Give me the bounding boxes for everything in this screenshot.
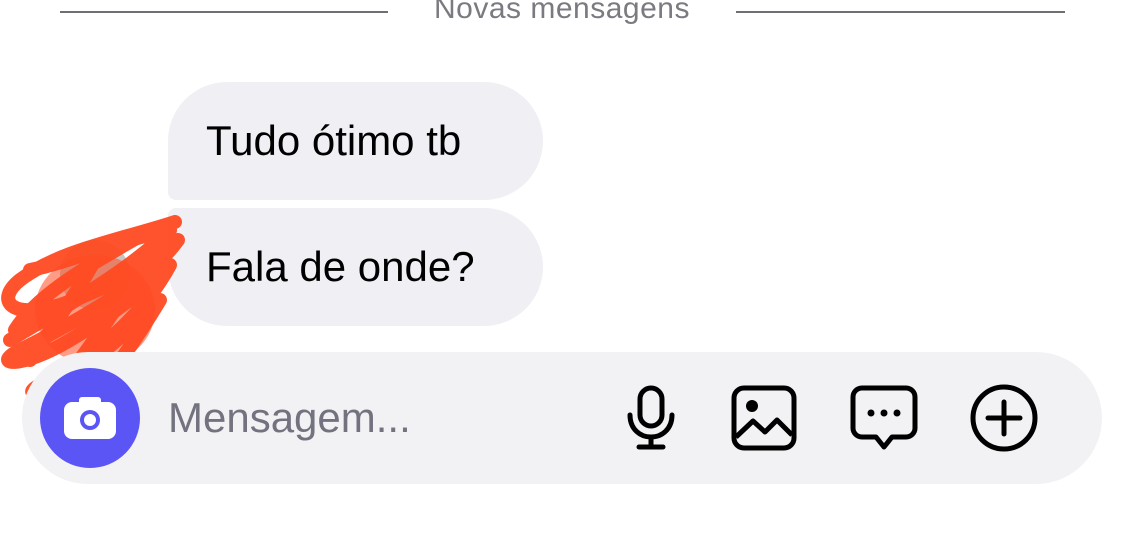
divider-line-right xyxy=(736,11,1065,13)
chat-bubble-icon xyxy=(850,385,918,450)
message-text: Fala de onde? xyxy=(206,243,475,290)
divider-line-left xyxy=(60,11,388,13)
message-input[interactable] xyxy=(168,388,588,448)
add-circle-icon xyxy=(970,384,1038,452)
microphone-icon xyxy=(627,385,675,450)
gallery-button[interactable] xyxy=(728,382,800,454)
image-icon xyxy=(731,385,797,451)
add-button[interactable] xyxy=(968,382,1040,454)
chat-options-button[interactable] xyxy=(848,382,920,454)
camera-button[interactable] xyxy=(40,368,140,468)
message-bubble[interactable]: Tudo ótimo tb xyxy=(168,82,543,200)
microphone-button[interactable] xyxy=(615,382,687,454)
message-text: Tudo ótimo tb xyxy=(206,117,462,164)
camera-icon xyxy=(64,397,116,439)
message-bubble[interactable]: Fala de onde? xyxy=(168,208,543,326)
new-messages-divider-label: Novas mensagens xyxy=(434,0,690,25)
